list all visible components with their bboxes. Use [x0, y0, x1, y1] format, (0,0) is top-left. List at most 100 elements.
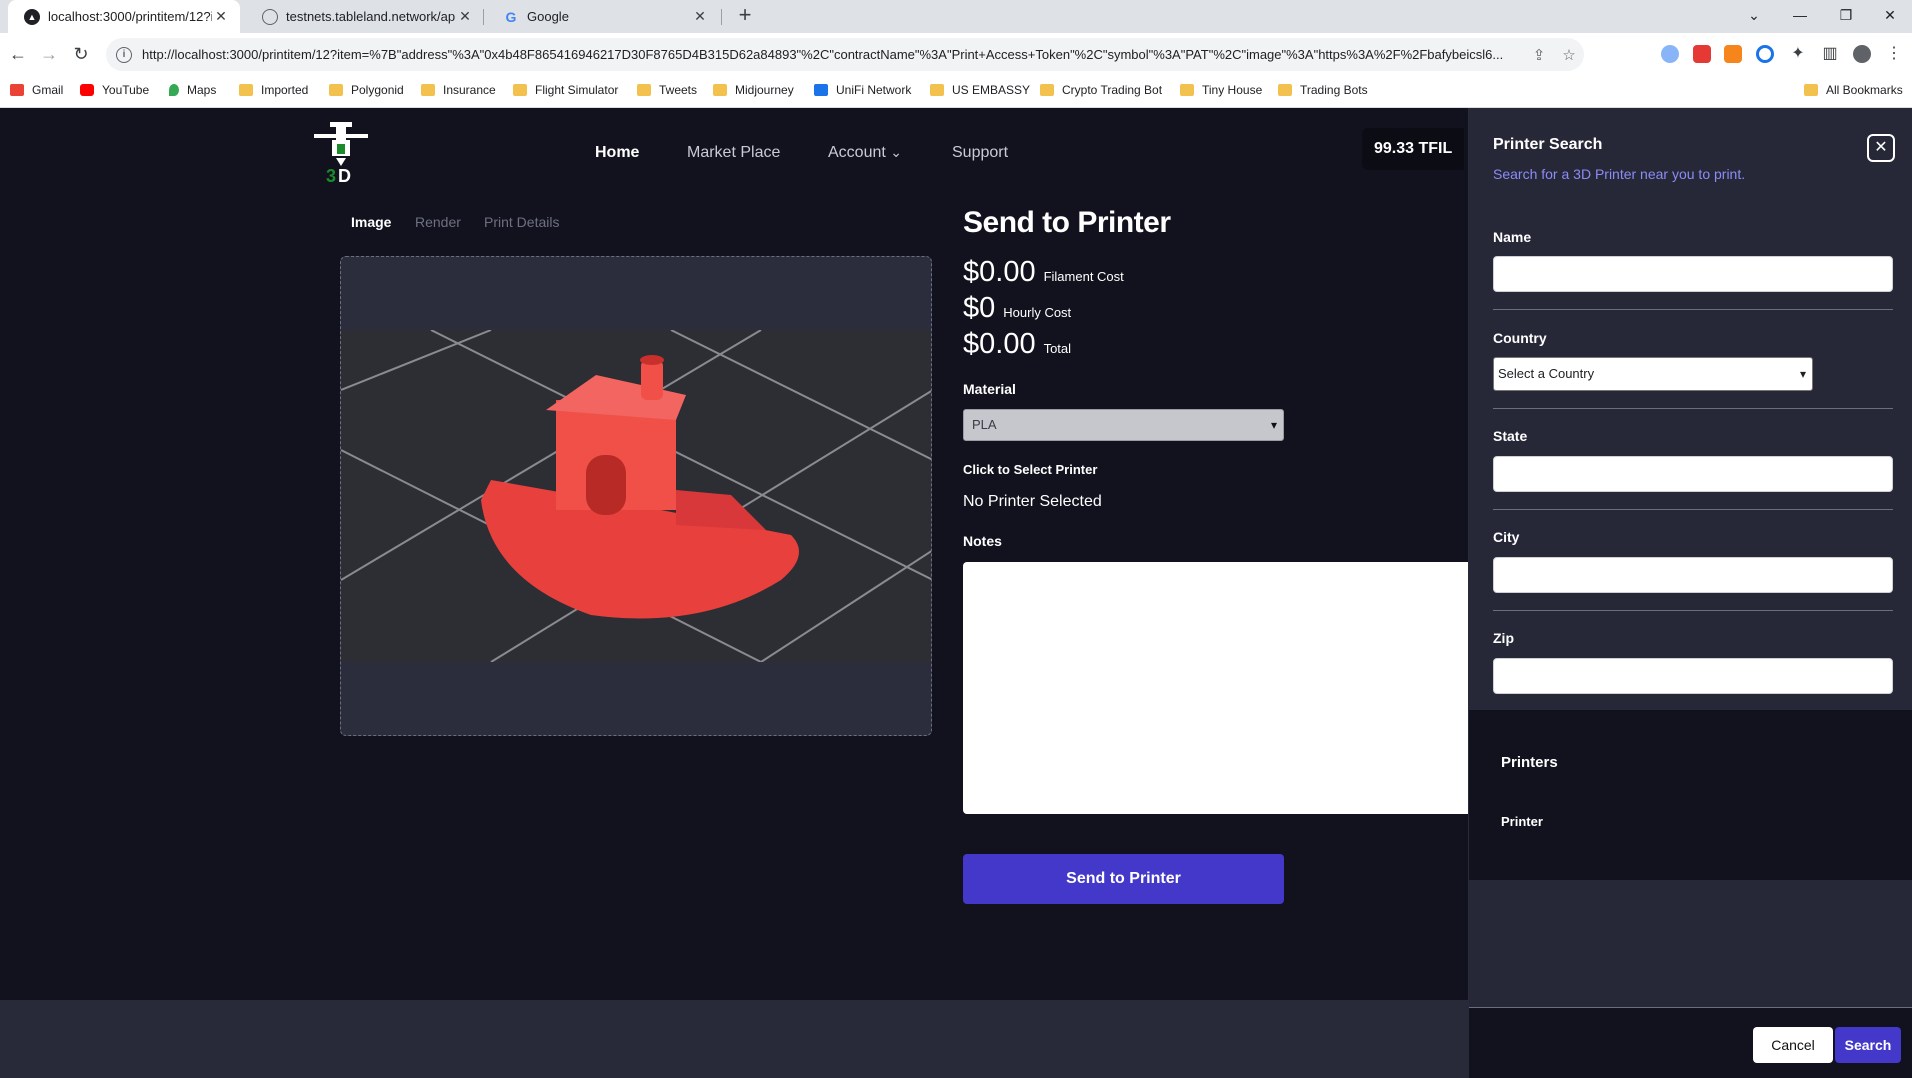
city-field[interactable] [1493, 557, 1893, 593]
restore-icon[interactable]: ❐ [1824, 0, 1868, 33]
material-select[interactable]: PLA ▾ [963, 409, 1284, 441]
bookmark-polygonid[interactable]: Polygonid [329, 83, 404, 97]
select-printer-label[interactable]: Click to Select Printer [963, 462, 1097, 477]
tab-close-icon[interactable]: ✕ [691, 8, 709, 25]
name-field[interactable] [1493, 256, 1893, 292]
tab-search-icon[interactable]: ⌄ [1732, 0, 1776, 33]
address-bar-row: ← → ↻ i http://localhost:3000/printitem/… [0, 33, 1912, 76]
bookmark-label: Polygonid [351, 83, 404, 97]
bookmark-insurance[interactable]: Insurance [421, 83, 496, 97]
state-field[interactable] [1493, 456, 1893, 492]
bookmark-label: UniFi Network [836, 83, 912, 97]
gmail-icon [10, 84, 24, 96]
bookmark-imported[interactable]: Imported [239, 83, 308, 97]
item-image-frame [340, 256, 932, 736]
minimize-icon[interactable]: — [1778, 0, 1822, 33]
bookmark-tweets[interactable]: Tweets [637, 83, 697, 97]
back-icon[interactable]: ← [6, 43, 30, 67]
extension-icon[interactable] [1693, 45, 1711, 63]
profile-avatar-icon[interactable] [1853, 45, 1871, 63]
tab-print-details[interactable]: Print Details [484, 214, 559, 230]
bookmark-label: Gmail [32, 83, 64, 97]
cancel-button[interactable]: Cancel [1753, 1027, 1833, 1063]
svg-text:D: D [338, 166, 351, 186]
forward-icon[interactable]: → [37, 43, 61, 67]
site-info-icon[interactable]: i [116, 46, 132, 63]
side-panel-icon[interactable]: ▥ [1818, 43, 1842, 67]
close-icon[interactable]: ✕ [1867, 134, 1895, 162]
country-select[interactable]: Select a Country ▾ [1493, 357, 1813, 391]
share-icon[interactable]: ⇪ [1524, 46, 1554, 64]
nav-support[interactable]: Support [952, 144, 1008, 162]
nav-market-place[interactable]: Market Place [687, 144, 780, 162]
extensions-puzzle-icon[interactable]: ✦ [1786, 43, 1810, 67]
bookmark-flight-simulator[interactable]: Flight Simulator [513, 83, 618, 97]
bookmarks-bar: Gmail YouTube Maps Imported Polygonid In… [0, 76, 1912, 108]
printers-title: Printers [1501, 754, 1558, 771]
bookmark-label: Tweets [659, 83, 698, 97]
city-label: City [1493, 529, 1520, 545]
send-to-printer-button[interactable]: Send to Printer [963, 854, 1284, 904]
bookmark-label: Crypto Trading Bot [1062, 83, 1163, 97]
bookmark-label: YouTube [102, 83, 150, 97]
folder-icon [930, 84, 944, 96]
url-bar[interactable]: i http://localhost:3000/printitem/12?ite… [106, 38, 1584, 71]
browser-tab-localhost[interactable]: ▲ localhost:3000/printitem/12?item ✕ [8, 0, 240, 33]
extension-icon[interactable] [1756, 45, 1774, 63]
nav-home[interactable]: Home [595, 144, 639, 162]
item-photo [341, 330, 931, 662]
browser-tab-tableland[interactable]: testnets.tableland.network/api/v ✕ [246, 0, 484, 33]
tab-title: Google [527, 9, 569, 24]
notes-textarea[interactable] [963, 562, 1468, 814]
url-text[interactable]: http://localhost:3000/printitem/12?item=… [142, 47, 1524, 62]
search-button[interactable]: Search [1835, 1027, 1901, 1063]
metamask-icon[interactable] [1724, 45, 1742, 63]
selected-printer-status: No Printer Selected [963, 493, 1102, 510]
tab-render[interactable]: Render [415, 214, 461, 230]
new-tab-button[interactable]: + [733, 4, 757, 28]
filament-cost: $0.00 Filament Cost [963, 256, 1124, 289]
bookmark-unifi-network[interactable]: UniFi Network [814, 83, 911, 97]
bookmark-maps[interactable]: Maps [169, 83, 216, 97]
bookmark-star-icon[interactable]: ☆ [1554, 46, 1584, 64]
bookmark-crypto-trading-bot[interactable]: Crypto Trading Bot [1040, 83, 1162, 97]
folder-icon [329, 84, 343, 96]
printer-search-panel: Printer Search Search for a 3D Printer n… [1468, 108, 1912, 1078]
tab-close-icon[interactable]: ✕ [456, 8, 474, 25]
printer-search-form: Printer Search Search for a 3D Printer n… [1469, 108, 1912, 710]
browser-tab-google[interactable]: G Google ✕ [487, 0, 719, 33]
bookmark-midjourney[interactable]: Midjourney [713, 83, 794, 97]
browser-tab-bar: ▲ localhost:3000/printitem/12?item ✕ tes… [0, 0, 1912, 33]
window-close-icon[interactable]: ✕ [1868, 0, 1912, 33]
notes-label: Notes [963, 533, 1002, 549]
bookmark-tiny-house[interactable]: Tiny House [1180, 83, 1262, 97]
total-cost-label: Total [1043, 341, 1072, 356]
reload-icon[interactable]: ↻ [69, 43, 93, 67]
bookmark-youtube[interactable]: YouTube [80, 83, 149, 97]
bookmark-us-embassy[interactable]: US EMBASSY [930, 83, 1030, 97]
unifi-icon [814, 84, 828, 96]
app-favicon-icon: ▲ [24, 8, 40, 25]
browser-menu-icon[interactable]: ⋮ [1882, 43, 1906, 67]
logo-icon[interactable]: 3 D [312, 120, 370, 186]
tab-image[interactable]: Image [351, 214, 391, 230]
folder-icon [1040, 84, 1054, 96]
bookmark-label: Maps [187, 83, 217, 97]
globe-icon [262, 8, 278, 25]
footer [0, 1000, 1468, 1078]
bookmark-label: Tiny House [1202, 83, 1263, 97]
nav-account[interactable]: Account ⌄ [828, 144, 902, 162]
folder-icon [637, 84, 651, 96]
bookmark-label: US EMBASSY [952, 83, 1031, 97]
extension-icon[interactable] [1661, 45, 1679, 63]
zip-field[interactable] [1493, 658, 1893, 694]
bookmark-gmail[interactable]: Gmail [10, 83, 63, 97]
all-bookmarks[interactable]: All Bookmarks [1804, 83, 1903, 97]
folder-icon [1278, 84, 1292, 96]
tab-close-icon[interactable]: ✕ [212, 8, 230, 25]
bookmark-trading-bots[interactable]: Trading Bots [1278, 83, 1368, 97]
tab-separator [721, 9, 722, 25]
chevron-down-icon: ⌄ [890, 144, 902, 160]
zip-label: Zip [1493, 630, 1514, 646]
wallet-balance[interactable]: 99.33 TFIL [1362, 128, 1465, 170]
